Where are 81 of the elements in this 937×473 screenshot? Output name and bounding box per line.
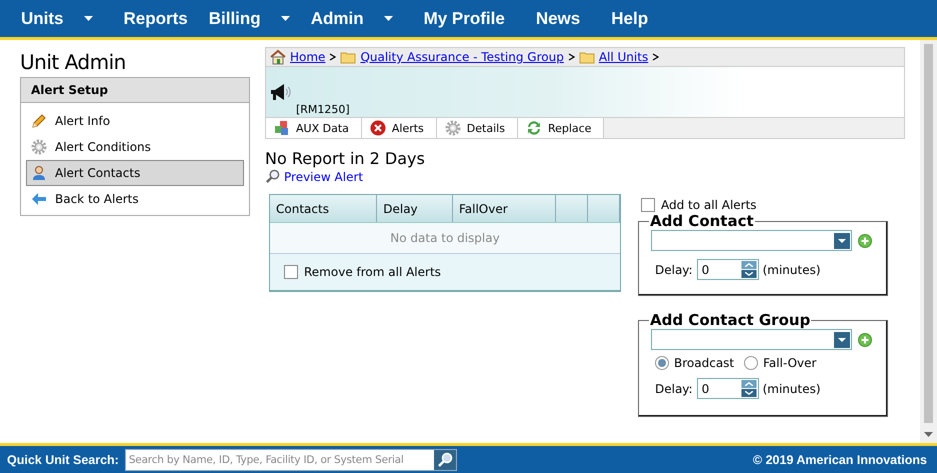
gear-icon bbox=[31, 139, 47, 155]
radio-label: Fall-Over bbox=[763, 356, 816, 370]
alert-title: No Report in 2 Days bbox=[265, 149, 426, 169]
spinner-icon[interactable] bbox=[740, 380, 757, 397]
copyright: © 2019 American Innovations bbox=[752, 452, 927, 466]
checkbox-label: Remove from all Alerts bbox=[304, 265, 441, 279]
megaphone-icon bbox=[269, 81, 291, 103]
nav-link[interactable]: My Profile bbox=[392, 8, 505, 28]
nav-link[interactable]: Admin bbox=[290, 8, 364, 28]
radio-option[interactable]: Broadcast bbox=[655, 356, 734, 370]
sidebar-item[interactable]: Alert Conditions bbox=[26, 134, 244, 160]
column-header: FallOver bbox=[452, 195, 556, 222]
spinner-icon[interactable] bbox=[740, 261, 757, 278]
nav-link[interactable]: Help bbox=[580, 8, 648, 28]
search-button[interactable] bbox=[434, 450, 456, 470]
unit-label: (minutes) bbox=[762, 262, 821, 276]
scrollbar[interactable] bbox=[920, 40, 937, 443]
chevron-icon bbox=[329, 53, 336, 61]
sidebar-item-label: Alert Contacts bbox=[55, 166, 140, 180]
sidebar-item[interactable]: Alert Info bbox=[26, 108, 244, 134]
delay-label: Delay: bbox=[655, 382, 693, 396]
delay-field[interactable]: 0 bbox=[696, 259, 759, 280]
page-title: Unit Admin bbox=[20, 50, 127, 74]
error-icon bbox=[370, 120, 386, 136]
search-icon bbox=[436, 452, 453, 468]
toolbar-tab[interactable]: Details bbox=[436, 118, 518, 138]
toolbar-tab[interactable]: AUX Data bbox=[266, 118, 362, 138]
scroll-down-icon[interactable] bbox=[924, 432, 933, 437]
search-icon bbox=[265, 169, 280, 184]
delay-label: Delay: bbox=[655, 262, 693, 276]
back-arrow-icon bbox=[31, 191, 47, 207]
sidebar-item-label: Alert Info bbox=[55, 114, 110, 128]
chevron-icon bbox=[568, 53, 575, 61]
unit-label: (minutes) bbox=[762, 382, 821, 396]
add-icon[interactable] bbox=[858, 332, 872, 346]
unit-id: [RM1250] bbox=[296, 103, 350, 116]
checkbox[interactable] bbox=[284, 265, 298, 279]
refresh-icon bbox=[526, 120, 542, 136]
search-field[interactable]: Search by Name, ID, Type, Facility ID, or System Serial bbox=[124, 448, 457, 470]
radio-button[interactable] bbox=[744, 356, 758, 370]
toolbar-tab[interactable]: Alerts bbox=[362, 118, 437, 138]
breadcrumb-link[interactable]: Home bbox=[290, 50, 326, 64]
cubes-icon bbox=[274, 120, 290, 136]
gear-icon bbox=[444, 120, 461, 136]
nav-link[interactable]: Billing bbox=[188, 8, 261, 28]
breadcrumb-link[interactable]: Quality Assurance - Testing Group bbox=[360, 50, 564, 64]
empty-message: No data to display bbox=[270, 223, 620, 254]
panel-title: Add Contact Group bbox=[649, 311, 812, 329]
radio-button[interactable] bbox=[655, 356, 669, 370]
column-header: Contacts bbox=[270, 195, 378, 222]
preview-link[interactable]: Preview Alert bbox=[265, 169, 905, 184]
caret-icon bbox=[834, 332, 850, 348]
sidebar-item[interactable]: Back to Alerts bbox=[26, 186, 244, 212]
nav-link[interactable]: News bbox=[504, 8, 580, 28]
radio-option[interactable]: Fall-Over bbox=[744, 356, 816, 370]
breadcrumb-link[interactable]: All Units bbox=[598, 50, 648, 64]
chevron-icon bbox=[652, 53, 660, 61]
add-icon[interactable] bbox=[858, 234, 872, 248]
nav-link[interactable]: Units bbox=[0, 8, 64, 28]
pencil-icon bbox=[31, 113, 47, 129]
sidebar-item-label: Alert Conditions bbox=[55, 140, 151, 154]
person-icon bbox=[31, 165, 47, 181]
toolbar-tab[interactable]: Replace bbox=[518, 118, 604, 138]
nav-link[interactable]: Reports bbox=[92, 8, 188, 28]
sidebar-item-label: Back to Alerts bbox=[55, 192, 139, 206]
panel-title: Add Contact bbox=[649, 212, 755, 230]
home-icon bbox=[270, 49, 286, 65]
contact-dropdown[interactable] bbox=[651, 230, 852, 251]
dropdown-icon[interactable] bbox=[280, 16, 290, 21]
sidebar-item[interactable]: Alert Contacts bbox=[26, 160, 244, 186]
dropdown-icon[interactable] bbox=[384, 16, 393, 21]
column-header: Delay bbox=[377, 195, 453, 222]
dropdown-icon[interactable] bbox=[84, 16, 92, 21]
checkbox[interactable] bbox=[641, 198, 655, 212]
delay-field[interactable]: 0 bbox=[696, 378, 759, 399]
search-label: Quick Unit Search: bbox=[7, 452, 119, 466]
panel-header: Alert Setup bbox=[21, 78, 249, 103]
radio-label: Broadcast bbox=[674, 356, 734, 370]
checkbox-label: Add to all Alerts bbox=[661, 198, 757, 212]
caret-icon bbox=[834, 232, 850, 248]
group-dropdown[interactable] bbox=[651, 329, 852, 350]
